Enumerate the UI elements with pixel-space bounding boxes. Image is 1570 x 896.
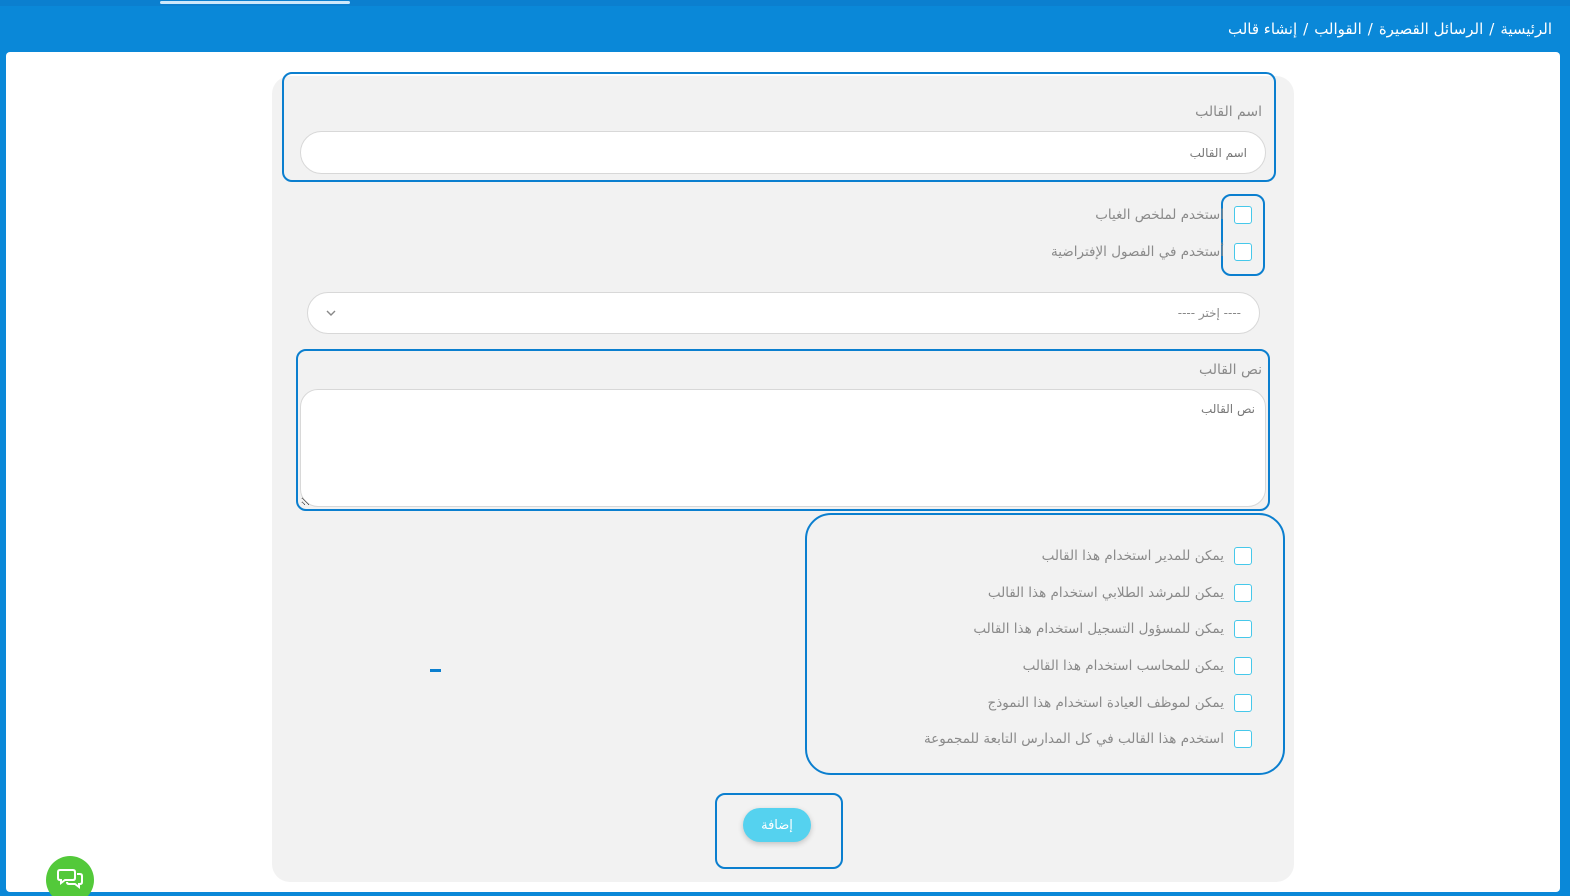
permission-registrar[interactable]: يمكن للمسؤول التسجيل استخدام هذا القالب (973, 620, 1252, 638)
virtual-classes-option[interactable]: أستخدم في الفصول الإفتراضية (1051, 243, 1252, 261)
permission-label: يمكن للمحاسب استخدام هذا القالب (1022, 658, 1224, 674)
permission-clinic[interactable]: يمكن لموظف العيادة استخدام هذا النموذج (988, 694, 1252, 712)
chat-icon (57, 869, 83, 889)
template-text-input[interactable] (300, 389, 1266, 507)
template-name-label: اسم القالب (1195, 104, 1262, 120)
permission-label: يمكن للمرشد الطلابي استخدام هذا القالب (987, 585, 1224, 601)
permission-label: يمكن للمسؤول التسجيل استخدام هذا القالب (973, 621, 1224, 637)
chevron-down-icon (326, 307, 336, 320)
breadcrumb-home[interactable]: الرئيسية (1500, 20, 1552, 38)
add-button[interactable]: إضافة (743, 808, 811, 842)
absence-summary-checkbox[interactable] (1234, 206, 1252, 224)
permission-label: يمكن للمدير استخدام هذا القالب (1041, 548, 1224, 564)
permission-checkbox[interactable] (1234, 584, 1252, 602)
virtual-classes-label: أستخدم في الفصول الإفتراضية (1050, 244, 1224, 260)
template-text-label: نص القالب (1198, 362, 1262, 378)
absence-summary-label: استخدم لملخص الغياب (1095, 207, 1224, 223)
breadcrumb: الرئيسية / الرسائل القصيرة / القوالب / إ… (1228, 20, 1552, 38)
absence-summary-option[interactable]: استخدم لملخص الغياب (1095, 206, 1252, 224)
breadcrumb-separator: / (1303, 20, 1309, 38)
virtual-classes-checkbox[interactable] (1234, 243, 1252, 261)
permission-manager[interactable]: يمكن للمدير استخدام هذا القالب (1042, 547, 1252, 565)
permission-label: استخدم هذا القالب في كل المدارس التابعة … (923, 731, 1224, 747)
permission-checkbox[interactable] (1234, 547, 1252, 565)
permission-checkbox[interactable] (1234, 694, 1252, 712)
breadcrumb-sms[interactable]: الرسائل القصيرة (1379, 20, 1483, 38)
permission-checkbox[interactable] (1234, 620, 1252, 638)
permission-counselor[interactable]: يمكن للمرشد الطلابي استخدام هذا القالب (988, 584, 1252, 602)
top-strip-indicator (160, 1, 350, 4)
category-select[interactable]: ---- إختر ---- (307, 292, 1260, 334)
permission-checkbox[interactable] (1234, 730, 1252, 748)
breadcrumb-separator: / (1489, 20, 1495, 38)
permission-accountant[interactable]: يمكن للمحاسب استخدام هذا القالب (1023, 657, 1252, 675)
chat-widget-button[interactable] (46, 856, 94, 896)
permission-all-schools[interactable]: استخدم هذا القالب في كل المدارس التابعة … (924, 730, 1252, 748)
top-strip (0, 0, 1570, 6)
permission-checkbox[interactable] (1234, 657, 1252, 675)
breadcrumb-create-template: إنشاء قالب (1227, 20, 1298, 38)
breadcrumb-templates[interactable]: القوالب (1314, 20, 1362, 38)
permission-label: يمكن لموظف العيادة استخدام هذا النموذج (987, 695, 1224, 711)
template-name-input[interactable] (300, 131, 1266, 174)
category-select-value: ---- إختر ---- (1177, 306, 1241, 320)
dash-mark (430, 669, 441, 672)
breadcrumb-separator: / (1367, 20, 1373, 38)
